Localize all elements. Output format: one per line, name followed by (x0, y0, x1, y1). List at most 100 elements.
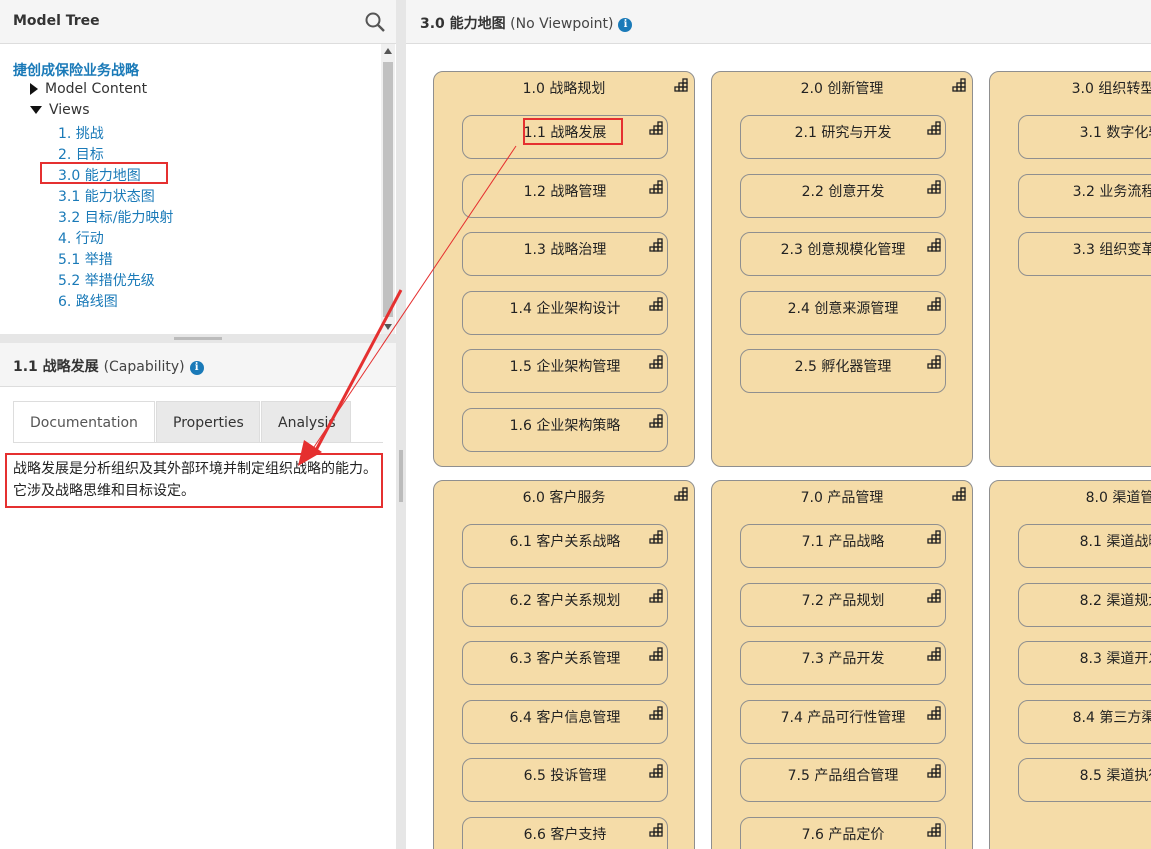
capability-box[interactable]: 1.3 战略治理 (462, 232, 668, 276)
capability-box[interactable]: 1.4 企业架构设计 (462, 290, 668, 335)
capability-label: 8.5 渠道执行 (1079, 768, 1151, 784)
capability-icon (649, 588, 663, 603)
capability-box[interactable]: 7.2 产品规划 (740, 582, 946, 627)
capability-box[interactable]: 6.2 客户关系规划 (462, 582, 668, 627)
model-tree: 捷创成保险业务战略 Model Content Views 1. 挑战 2. 目… (0, 44, 380, 334)
capability-box[interactable]: 8.3 渠道开发 (1018, 641, 1151, 685)
horizontal-splitter[interactable] (0, 334, 396, 343)
collapse-arrow-icon[interactable] (30, 106, 42, 114)
capability-label: 1.3 战略治理 (523, 242, 607, 258)
group-title: 2.0 创新管理 (800, 81, 884, 97)
detail-header: 1.1 战略发展 (Capability) i (0, 343, 396, 387)
left-panel: Model Tree 捷创成保险业务战略 Model Content Views… (0, 0, 396, 849)
capability-label: 3.2 业务流程管 (1072, 183, 1151, 200)
capability-box[interactable]: 8.2 渠道规划 (1018, 582, 1151, 627)
capability-box[interactable]: 1.6 企业架构策略 (462, 407, 668, 452)
capability-icon (649, 355, 663, 369)
capability-group[interactable]: 2.0 创新管理 2.1 研究与开发 2.2 创意开发 2.3 创意规模化管理 2.4 … (711, 71, 973, 467)
capability-box[interactable]: 6.3 客户关系管理 (462, 641, 668, 685)
capability-label: 2.4 创意来源管理 (787, 300, 899, 317)
capability-label: 3.1 数字化转 (1079, 125, 1151, 141)
search-icon[interactable] (364, 11, 386, 33)
capability-group[interactable]: 7.0 产品管理 7.1 产品战略 7.2 产品规划 7.3 产品开发 7.4 产品可行… (711, 480, 973, 849)
capability-icon (649, 413, 663, 428)
capability-box[interactable]: 7.4 产品可行性管理 (740, 699, 946, 744)
tree-view-item[interactable]: 3.1 能力状态图 (58, 186, 155, 206)
info-icon[interactable]: i (618, 18, 633, 32)
scrollbar-thumb[interactable] (383, 62, 393, 317)
capability-label: 6.6 客户支持 (523, 826, 607, 843)
capability-box[interactable]: 7.6 产品定价 (740, 816, 946, 849)
splitter-grip[interactable] (174, 337, 222, 340)
vertical-splitter[interactable] (396, 0, 406, 849)
capability-label: 7.1 产品战略 (801, 534, 885, 550)
tab-divider (13, 442, 383, 443)
info-icon[interactable]: i (189, 361, 204, 375)
capability-icon (927, 705, 941, 720)
capability-label: 1.6 企业架构策略 (509, 417, 621, 434)
tab-documentation[interactable]: Documentation (13, 401, 155, 443)
capability-box[interactable]: 6.4 客户信息管理 (462, 699, 668, 744)
tree-view-item[interactable]: 2. 目标 (58, 144, 104, 164)
capability-box[interactable]: 2.4 创意来源管理 (740, 290, 946, 335)
capability-label: 2.5 孵化器管理 (794, 359, 892, 375)
capability-icon (674, 487, 688, 501)
capability-box[interactable]: 1.2 战略管理 (462, 173, 668, 218)
viewpoint-label: (No Viewpoint) (510, 16, 614, 32)
tree-view-item[interactable]: 5.1 举措 (58, 249, 113, 269)
tree-view-item[interactable]: 3.2 目标/能力映射 (58, 207, 173, 227)
capability-box[interactable]: 3.2 业务流程管 (1018, 173, 1151, 218)
tab-properties[interactable]: Properties (156, 401, 260, 443)
capability-box[interactable]: 1.5 企业架构管理 (462, 349, 668, 393)
scroll-up-icon[interactable] (384, 48, 392, 54)
element-name: 1.1 战略发展 (13, 359, 99, 375)
splitter-grip[interactable] (399, 450, 403, 502)
tree-scrollbar[interactable] (381, 44, 395, 334)
capability-icon (927, 764, 941, 778)
capability-group[interactable]: 3.0 组织转型管 3.1 数字化转 3.2 业务流程管 3.3 组织变革管 (989, 71, 1151, 467)
capability-icon (927, 355, 941, 369)
capability-box[interactable]: 2.2 创意开发 (740, 173, 946, 218)
capability-box[interactable]: 8.1 渠道战略 (1018, 524, 1151, 568)
capability-box[interactable]: 7.3 产品开发 (740, 641, 946, 685)
capability-box[interactable]: 3.3 组织变革管 (1018, 232, 1151, 276)
capability-group[interactable]: 6.0 客户服务 6.1 客户关系战略 6.2 客户关系规划 6.3 客户关系管理 6.… (433, 480, 695, 849)
capability-label: 6.2 客户关系规划 (509, 592, 621, 609)
capability-icon (927, 121, 941, 135)
capability-box[interactable]: 8.4 第三方渠道 (1018, 699, 1151, 744)
group-title: 3.0 组织转型管 (1071, 81, 1151, 97)
capability-box[interactable]: 8.5 渠道执行 (1018, 758, 1151, 802)
capability-box[interactable]: 6.5 投诉管理 (462, 758, 668, 802)
capability-box[interactable]: 6.1 客户关系战略 (462, 524, 668, 568)
capability-box[interactable]: 2.3 创意规模化管理 (740, 232, 946, 276)
view-title: 3.0 能力地图 (No Viewpoint) i (420, 13, 633, 33)
scroll-down-icon[interactable] (384, 324, 392, 330)
tree-root-model[interactable]: 捷创成保险业务战略 (13, 60, 139, 80)
capability-box[interactable]: 6.6 客户支持 (462, 816, 668, 849)
tree-node-label: Views (49, 102, 90, 118)
group-title: 7.0 产品管理 (800, 490, 884, 506)
tree-view-item[interactable]: 5.2 举措优先级 (58, 270, 155, 290)
capability-label: 6.1 客户关系战略 (509, 534, 621, 550)
tree-node-views[interactable]: Views (30, 102, 90, 118)
capability-box[interactable]: 7.1 产品战略 (740, 524, 946, 568)
capability-icon (649, 530, 663, 544)
tree-node-model-content[interactable]: Model Content (30, 81, 147, 97)
diagram-canvas[interactable]: 1.0 战略规划 1.1 战略发展 1.2 战略管理 1.3 战略治理 1.4 企业架构… (406, 44, 1151, 849)
capability-icon (927, 588, 941, 603)
tree-view-item[interactable]: 4. 行动 (58, 228, 104, 248)
tree-view-item[interactable]: 1. 挑战 (58, 123, 104, 143)
capability-label: 7.6 产品定价 (801, 826, 885, 843)
capability-box[interactable]: 2.5 孵化器管理 (740, 349, 946, 393)
annotation-highlight-capability (523, 118, 623, 145)
capability-box[interactable]: 2.1 研究与开发 (740, 115, 946, 159)
capability-icon (674, 78, 688, 92)
expand-arrow-icon[interactable] (30, 83, 38, 95)
detail-title: 1.1 战略发展 (Capability) i (13, 356, 204, 376)
capability-box[interactable]: 3.1 数字化转 (1018, 115, 1151, 159)
capability-box[interactable]: 7.5 产品组合管理 (740, 758, 946, 802)
capability-icon (927, 238, 941, 252)
tree-view-item[interactable]: 6. 路线图 (58, 291, 118, 311)
tab-analysis[interactable]: Analysis (261, 401, 351, 443)
capability-group[interactable]: 8.0 渠道管 8.1 渠道战略 8.2 渠道规划 8.3 渠道开发 8.4 第三方渠道… (989, 480, 1151, 849)
